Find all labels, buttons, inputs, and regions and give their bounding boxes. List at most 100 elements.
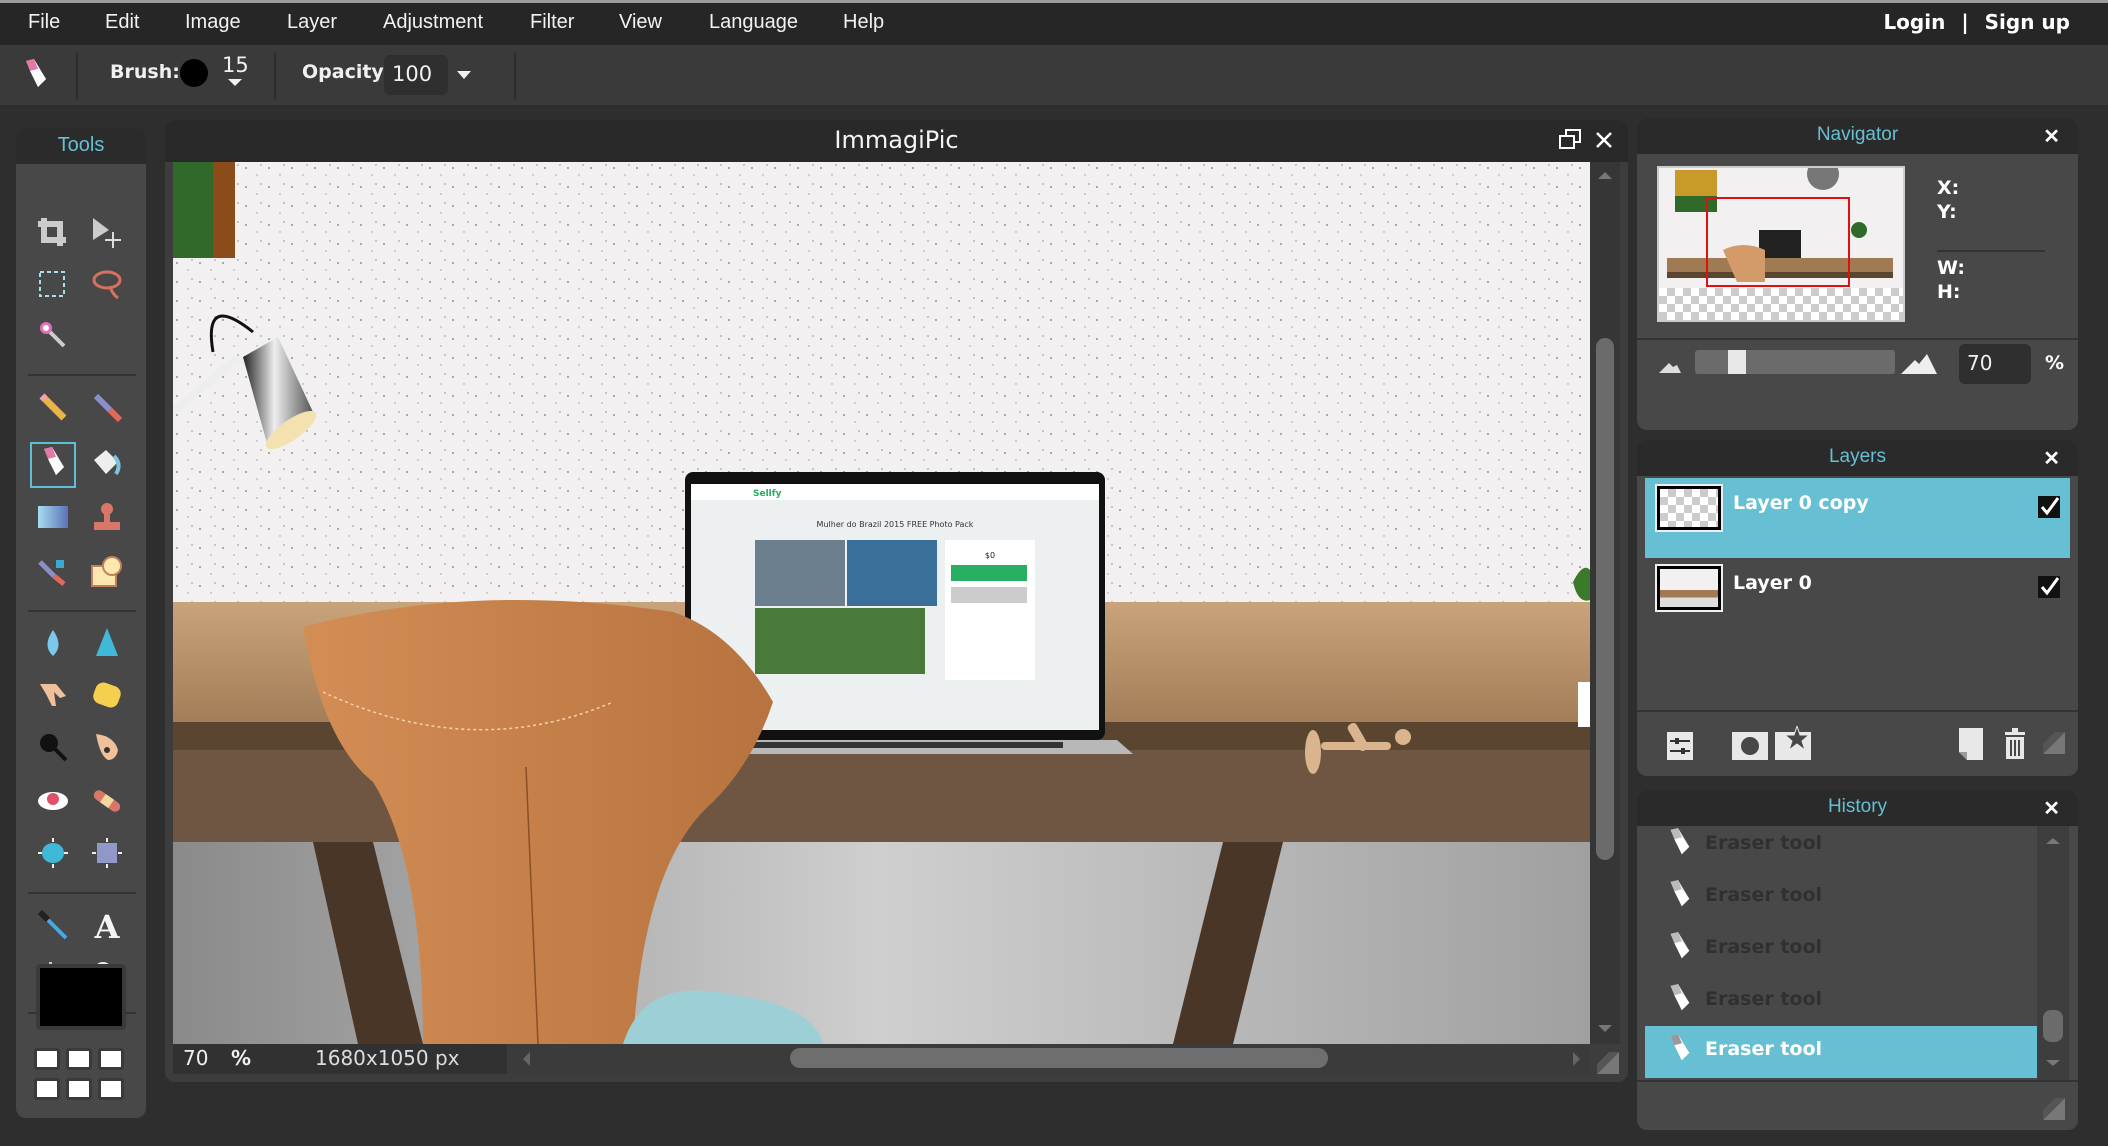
eraser-tool[interactable] bbox=[30, 442, 76, 488]
menu-help[interactable]: Help bbox=[843, 11, 884, 34]
navigator-zoom-input[interactable]: 70 bbox=[1959, 344, 2031, 384]
canvas-image[interactable]: Sellfy Mulher do Brazil 2015 FREE Photo … bbox=[173, 162, 1590, 1044]
zoom-in-icon[interactable] bbox=[1901, 352, 1937, 378]
document-titlebar[interactable]: ImmagiPic bbox=[165, 120, 1628, 162]
foreground-color-swatch[interactable] bbox=[36, 964, 126, 1030]
layers-title: Layers bbox=[1828, 446, 1887, 467]
layer-visibility-checkbox[interactable] bbox=[2038, 496, 2060, 518]
crop-tool[interactable] bbox=[30, 212, 76, 258]
layers-resize-grip-icon[interactable] bbox=[2043, 732, 2065, 758]
history-item[interactable]: Eraser tool bbox=[1645, 1026, 2037, 1078]
brush-size-value[interactable]: 15 bbox=[222, 53, 249, 77]
layer-settings-icon[interactable] bbox=[1667, 732, 1693, 764]
history-item[interactable]: Eraser tool bbox=[1645, 976, 2037, 1028]
color-swatch[interactable] bbox=[98, 1078, 124, 1100]
dodge-tool[interactable] bbox=[84, 726, 130, 772]
history-scroll-down-icon[interactable] bbox=[2046, 1060, 2060, 1066]
color-swatch[interactable] bbox=[66, 1078, 92, 1100]
history-scrollbar[interactable] bbox=[2037, 826, 2069, 1080]
layer-effects-icon[interactable] bbox=[1775, 724, 1811, 764]
layer-visibility-checkbox[interactable] bbox=[2038, 576, 2060, 598]
brush-tool[interactable] bbox=[84, 386, 130, 432]
navigator-close-icon[interactable]: ✕ bbox=[2043, 124, 2060, 149]
layer-thumbnail bbox=[1655, 484, 1723, 532]
burn-icon bbox=[36, 730, 70, 768]
magic-wand-tool[interactable] bbox=[30, 314, 76, 360]
menu-filter[interactable]: Filter bbox=[530, 11, 574, 34]
color-swatch[interactable] bbox=[34, 1048, 60, 1070]
opacity-dropdown-icon[interactable] bbox=[457, 71, 471, 79]
zoom-value[interactable]: 70 bbox=[183, 1046, 208, 1070]
vertical-scroll-thumb[interactable] bbox=[1596, 338, 1614, 860]
auth-separator: | bbox=[1961, 10, 1969, 34]
resize-grip-icon[interactable] bbox=[1597, 1052, 1619, 1074]
history-scroll-up-icon[interactable] bbox=[2046, 838, 2060, 844]
color-replace-tool[interactable] bbox=[30, 550, 76, 596]
color-swatch[interactable] bbox=[98, 1048, 124, 1070]
smudge-tool[interactable] bbox=[30, 674, 76, 720]
close-window-icon[interactable] bbox=[1594, 128, 1614, 156]
clone-stamp-tool[interactable] bbox=[84, 496, 130, 542]
layer-mask-icon[interactable] bbox=[1732, 732, 1768, 764]
new-layer-icon[interactable] bbox=[1959, 728, 1983, 764]
scroll-down-arrow-icon[interactable] bbox=[1598, 1025, 1612, 1032]
color-swatch[interactable] bbox=[34, 1078, 60, 1100]
layer-name[interactable]: Layer 0 bbox=[1733, 572, 1812, 594]
spot-heal-icon bbox=[90, 784, 124, 822]
color-picker-tool[interactable] bbox=[30, 904, 76, 950]
paint-bucket-tool[interactable] bbox=[84, 442, 130, 488]
signup-link[interactable]: Sign up bbox=[1985, 10, 2070, 34]
zoom-slider-knob[interactable] bbox=[1728, 350, 1746, 374]
brush-size-dropdown-icon[interactable] bbox=[228, 79, 242, 86]
scroll-up-arrow-icon[interactable] bbox=[1598, 172, 1612, 179]
move-tool[interactable] bbox=[84, 212, 130, 258]
delete-layer-icon[interactable] bbox=[2003, 728, 2027, 764]
scroll-left-arrow-icon[interactable] bbox=[523, 1052, 530, 1066]
menu-layer[interactable]: Layer bbox=[287, 11, 337, 34]
tools-panel: Tools A bbox=[16, 128, 146, 1118]
blur-tool[interactable] bbox=[30, 622, 76, 668]
pencil-tool[interactable] bbox=[30, 386, 76, 432]
draw-shape-tool[interactable] bbox=[84, 550, 130, 596]
pinch-tool[interactable] bbox=[84, 832, 130, 878]
layer-name[interactable]: Layer 0 copy bbox=[1733, 492, 1869, 514]
red-eye-tool[interactable] bbox=[30, 780, 76, 826]
history-resize-grip-icon[interactable] bbox=[2043, 1098, 2065, 1124]
history-item[interactable]: Eraser tool bbox=[1645, 820, 2037, 872]
history-item[interactable]: Eraser tool bbox=[1645, 872, 2037, 924]
navigator-preview[interactable] bbox=[1657, 166, 1905, 322]
lasso-tool[interactable] bbox=[84, 264, 130, 310]
history-scroll-thumb[interactable] bbox=[2043, 1010, 2063, 1042]
gradient-tool[interactable] bbox=[30, 496, 76, 542]
vertical-scrollbar[interactable] bbox=[1590, 162, 1620, 1044]
burn-tool[interactable] bbox=[30, 726, 76, 772]
laptop-site-brand: Sellfy bbox=[753, 489, 782, 499]
menu-view[interactable]: View bbox=[619, 11, 662, 34]
history-footer-divider bbox=[1637, 1080, 2078, 1082]
layer-row[interactable]: Layer 0 copy bbox=[1645, 478, 2070, 558]
marquee-tool[interactable] bbox=[30, 264, 76, 310]
history-item[interactable]: Eraser tool bbox=[1645, 924, 2037, 976]
opacity-input[interactable]: 100 bbox=[384, 55, 448, 95]
bloat-tool[interactable] bbox=[30, 832, 76, 878]
spot-heal-tool[interactable] bbox=[84, 780, 130, 826]
horizontal-scroll-thumb[interactable] bbox=[790, 1048, 1328, 1068]
zoom-slider[interactable] bbox=[1695, 350, 1895, 374]
login-link[interactable]: Login bbox=[1883, 10, 1945, 34]
zoom-out-icon[interactable] bbox=[1659, 358, 1681, 377]
brush-preview[interactable] bbox=[180, 59, 208, 87]
sharpen-tool[interactable] bbox=[84, 622, 130, 668]
color-swatch[interactable] bbox=[66, 1048, 92, 1070]
type-tool[interactable]: A bbox=[84, 904, 130, 950]
menu-adjustment[interactable]: Adjustment bbox=[383, 11, 483, 34]
layer-row[interactable]: Layer 0 bbox=[1645, 558, 2070, 638]
menu-language[interactable]: Language bbox=[709, 11, 798, 34]
restore-window-icon[interactable] bbox=[1558, 128, 1582, 156]
menu-file[interactable]: File bbox=[28, 11, 60, 34]
scroll-right-arrow-icon[interactable] bbox=[1573, 1052, 1580, 1066]
sponge-tool[interactable] bbox=[84, 674, 130, 720]
menu-edit[interactable]: Edit bbox=[105, 11, 139, 34]
menu-image[interactable]: Image bbox=[185, 11, 241, 34]
layers-close-icon[interactable]: ✕ bbox=[2043, 446, 2060, 471]
history-close-icon[interactable]: ✕ bbox=[2043, 796, 2060, 821]
